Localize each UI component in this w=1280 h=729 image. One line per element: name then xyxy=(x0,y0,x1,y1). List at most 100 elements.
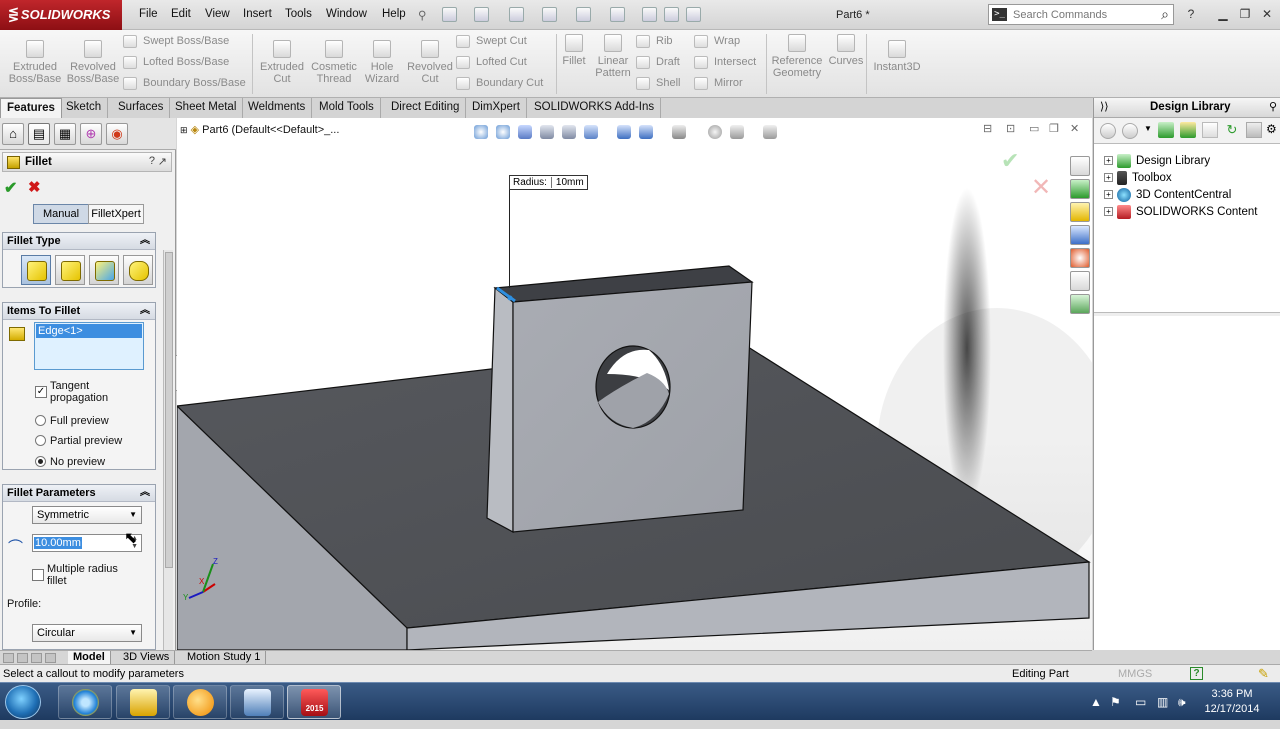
callout-value[interactable]: 10mm xyxy=(550,177,584,188)
variable-radius-fillet-button[interactable] xyxy=(55,255,85,285)
no-preview-radio[interactable] xyxy=(35,456,46,467)
full-preview-radio[interactable] xyxy=(35,415,46,426)
tab-sheet-metal[interactable]: Sheet Metal xyxy=(169,98,244,118)
design-library-tab-icon[interactable] xyxy=(1070,179,1090,199)
tab-weldments[interactable]: Weldments xyxy=(242,98,313,118)
tab-mold-tools[interactable]: Mold Tools xyxy=(313,98,381,118)
save-icon[interactable] xyxy=(509,7,524,22)
taskbar-media-app[interactable] xyxy=(173,685,227,719)
display-manager-tab-icon[interactable]: ◉ xyxy=(106,123,128,145)
new-document-icon[interactable] xyxy=(442,7,457,22)
face-fillet-button[interactable] xyxy=(89,255,119,285)
tab-3d-views[interactable]: 3D Views xyxy=(118,651,176,665)
confirmation-corner-ok-icon[interactable]: ✔ xyxy=(1001,148,1019,174)
full-round-fillet-button[interactable] xyxy=(123,255,153,285)
tab-solidworks-addins[interactable]: SOLIDWORKS Add-Ins xyxy=(528,98,662,118)
property-manager-scrollbar[interactable] xyxy=(163,250,173,680)
restore-icon[interactable]: ❐ xyxy=(1236,6,1254,22)
undo-icon[interactable] xyxy=(576,7,591,22)
open-icon[interactable] xyxy=(474,7,489,22)
scroll-next-icon[interactable] xyxy=(31,653,42,663)
add-file-location-icon[interactable] xyxy=(1180,122,1196,138)
upload-icon[interactable] xyxy=(1246,122,1262,138)
menu-window[interactable]: Window xyxy=(326,8,367,20)
expand-icon[interactable]: + xyxy=(1104,207,1113,217)
viewport-close-icon[interactable]: ✕ xyxy=(1070,122,1079,135)
edit-appearance-icon[interactable] xyxy=(672,125,686,139)
help-icon[interactable]: ? xyxy=(149,155,155,167)
cosmetic-thread-button[interactable]: Cosmetic Thread xyxy=(308,40,360,85)
fillet-type-header[interactable]: Fillet Type ︽ xyxy=(3,233,155,250)
scroll-first-icon[interactable] xyxy=(3,653,14,663)
network-icon[interactable]: ▥ xyxy=(1157,695,1168,709)
mirror-button[interactable]: Mirror xyxy=(694,75,766,91)
lofted-cut-button[interactable]: Lofted Cut xyxy=(456,54,556,70)
profile-dropdown[interactable]: Circular ▼ xyxy=(32,624,142,642)
expand-icon[interactable]: + xyxy=(1104,156,1113,166)
graphics-viewport[interactable]: Z X Y ⊞ ◈ Part6 (Default<<Default>_... ⊟… xyxy=(177,118,1092,650)
expand-icon[interactable]: + xyxy=(1104,173,1113,183)
tab-sketch[interactable]: Sketch xyxy=(60,98,109,118)
viewport-restore-icon[interactable]: ❐ xyxy=(1049,122,1059,135)
quick-tips-icon[interactable]: ? xyxy=(1190,667,1203,680)
view-settings-icon[interactable] xyxy=(730,125,744,139)
add-to-library-icon[interactable] xyxy=(1158,122,1174,138)
taskbar-internet-explorer[interactable] xyxy=(58,685,112,719)
list-item[interactable]: Edge<1> xyxy=(36,324,142,338)
radius-callout[interactable]: Radius: 10mm xyxy=(509,175,588,190)
tab-motion-study[interactable]: Motion Study 1 xyxy=(182,651,267,665)
refresh-icon[interactable]: ↻ xyxy=(1224,122,1240,138)
tab-features[interactable]: Features xyxy=(0,98,62,118)
search-commands-input[interactable]: >_ Search Commands ⌕ xyxy=(988,4,1174,25)
view-palette-icon[interactable] xyxy=(1070,225,1090,245)
section-view-icon[interactable] xyxy=(540,125,554,139)
constant-radius-fillet-button[interactable] xyxy=(21,255,51,285)
confirmation-corner-cancel-icon[interactable]: ✕ xyxy=(1031,173,1051,202)
menu-help[interactable]: Help xyxy=(382,8,406,20)
curves-button[interactable]: Curves xyxy=(826,34,866,67)
dynamic-annotation-icon[interactable] xyxy=(562,125,576,139)
help-icon[interactable]: ? xyxy=(1182,6,1200,22)
viewport-split-icon[interactable]: ⊡ xyxy=(1006,122,1015,135)
menu-view[interactable]: View xyxy=(205,8,230,20)
partial-preview-radio[interactable] xyxy=(35,435,46,446)
tree-item-design-library[interactable]: + Design Library xyxy=(1104,153,1210,170)
system-clock[interactable]: 3:36 PM 12/17/2014 xyxy=(1196,687,1268,717)
device-icon[interactable]: ▭ xyxy=(1135,695,1146,709)
swept-boss-button[interactable]: Swept Boss/Base xyxy=(123,33,253,49)
intersect-button[interactable]: Intersect xyxy=(694,54,766,70)
back-icon[interactable] xyxy=(1100,123,1116,139)
volume-icon[interactable]: 🕪 xyxy=(1178,695,1186,710)
tree-item-toolbox[interactable]: + Toolbox xyxy=(1104,170,1172,187)
fillet-button[interactable]: Fillet xyxy=(560,34,588,67)
tab-filletxpert[interactable]: FilletXpert xyxy=(88,204,144,224)
show-hidden-icons[interactable]: ▲ xyxy=(1090,695,1102,709)
detach-icon[interactable]: ↗ xyxy=(158,155,167,168)
fillet-method-dropdown[interactable]: Symmetric ▼ xyxy=(32,506,142,524)
custom-properties-icon[interactable] xyxy=(1070,271,1090,291)
multiple-radius-checkbox[interactable] xyxy=(32,569,44,581)
scroll-last-icon[interactable] xyxy=(45,653,56,663)
collapse-arrows-icon[interactable]: ⟩⟩ xyxy=(1100,100,1109,113)
hide-show-items-icon[interactable] xyxy=(639,125,653,139)
property-manager-tab-icon[interactable]: ▤ xyxy=(28,123,50,145)
zoom-to-area-icon[interactable] xyxy=(496,125,510,139)
fillet-parameters-header[interactable]: Fillet Parameters ︽ xyxy=(3,485,155,502)
viewport-tile-icon[interactable]: ⊟ xyxy=(983,122,992,135)
boundary-cut-button[interactable]: Boundary Cut xyxy=(456,75,556,91)
unit-system[interactable]: MMGS xyxy=(1118,668,1152,680)
extruded-boss-button[interactable]: Extruded Boss/Base xyxy=(8,40,62,85)
boundary-boss-button[interactable]: Boundary Boss/Base xyxy=(123,75,253,91)
rebuild-icon[interactable] xyxy=(642,7,657,22)
pane-splitter[interactable] xyxy=(1094,312,1280,316)
status-bar-toggle-icon[interactable]: ✎ xyxy=(1258,666,1269,682)
file-properties-icon[interactable] xyxy=(664,7,679,22)
tab-model[interactable]: Model xyxy=(68,651,111,665)
configuration-manager-tab-icon[interactable]: ▦ xyxy=(54,123,76,145)
options-icon[interactable] xyxy=(686,7,701,22)
toolbox-settings-icon[interactable]: ⚙ xyxy=(1266,122,1278,138)
appearances-icon[interactable] xyxy=(1070,248,1090,268)
select-icon[interactable] xyxy=(610,7,625,22)
edges-selection-list[interactable]: Edge<1> xyxy=(34,322,144,370)
search-icon[interactable]: ⌕ xyxy=(1161,6,1169,23)
